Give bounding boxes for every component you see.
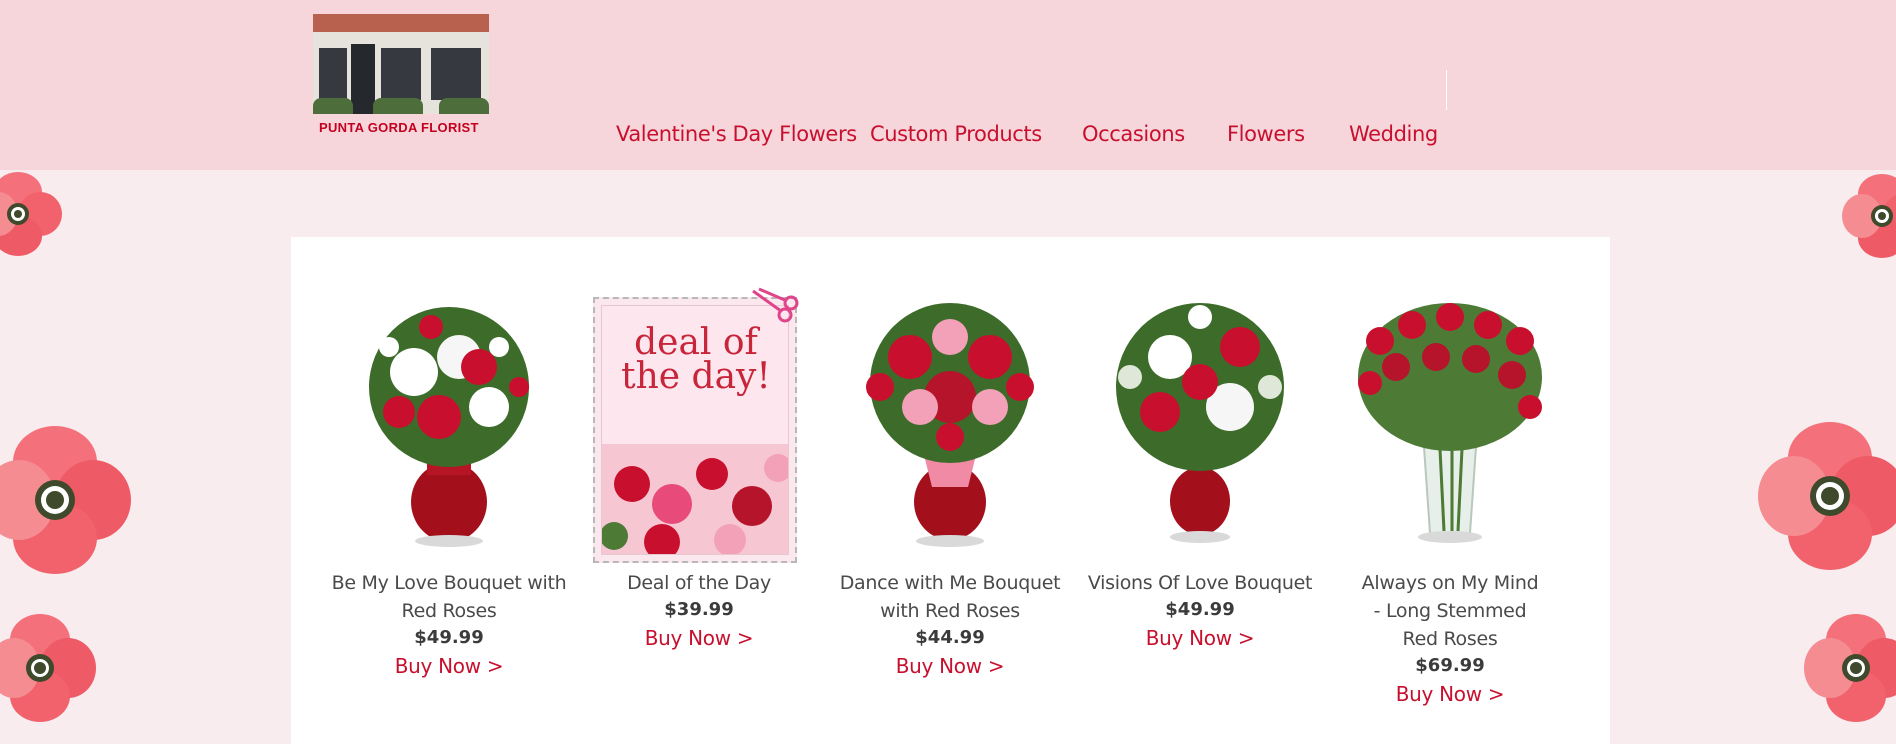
nav-item-valentines-day-flowers[interactable]: Valentine's Day Flowers (616, 122, 857, 146)
product-price: $44.99 (915, 627, 985, 648)
nav-item-wedding[interactable]: Wedding (1349, 122, 1438, 146)
poppy-decoration-right-1 (1842, 174, 1896, 258)
nav-item-flowers[interactable]: Flowers (1227, 122, 1305, 146)
product-name[interactable]: Always on My Mind - Long Stemmed Red Ros… (1330, 569, 1570, 653)
poppy-decoration-left-1 (0, 172, 62, 256)
product-card: Always on My Mind - Long Stemmed Red Ros… (1330, 287, 1570, 709)
product-name[interactable]: Dance with Me Bouquet with Red Roses (830, 569, 1070, 625)
product-card: Dance with Me Bouquet with Red Roses $44… (830, 287, 1070, 681)
storefront-photo (313, 14, 489, 114)
product-image-deal-of-the-day[interactable]: deal of the day! (589, 287, 809, 571)
deal-image-text: deal of the day! (621, 322, 771, 397)
header-divider (1446, 70, 1447, 110)
buy-now-button[interactable]: Buy Now > (579, 623, 819, 653)
site-header: PUNTA GORDA FLORIST Valentine's Day Flow… (0, 0, 1896, 170)
poppy-decoration-left-2 (0, 426, 131, 574)
product-name[interactable]: Be My Love Bouquet with Red Roses (329, 569, 569, 625)
product-price: $39.99 (664, 599, 734, 620)
product-card: Visions Of Love Bouquet $49.99 Buy Now > (1080, 287, 1320, 653)
product-card: deal of the day! Deal of the Day $39.99 … (579, 287, 819, 653)
product-price: $69.99 (1415, 655, 1485, 676)
product-price: $49.99 (1165, 599, 1235, 620)
buy-now-button[interactable]: Buy Now > (1330, 679, 1570, 709)
site-logo[interactable]: PUNTA GORDA FLORIST (313, 14, 489, 138)
product-card: Be My Love Bouquet with Red Roses $49.99… (329, 287, 569, 681)
scissors-icon (752, 287, 799, 323)
poppy-decoration-right-2 (1758, 422, 1896, 570)
main-nav: Valentine's Day Flowers Custom Products … (0, 122, 1896, 152)
product-name[interactable]: Deal of the Day (579, 569, 819, 597)
nav-item-custom-products[interactable]: Custom Products (870, 122, 1042, 146)
product-image-be-my-love[interactable] (339, 287, 559, 555)
product-image-dance-with-me[interactable] (840, 287, 1060, 555)
buy-now-button[interactable]: Buy Now > (1080, 623, 1320, 653)
nav-item-occasions[interactable]: Occasions (1082, 122, 1185, 146)
product-grid: Be My Love Bouquet with Red Roses $49.99… (291, 237, 1610, 744)
poppy-decoration-right-3 (1804, 614, 1896, 722)
product-price: $49.99 (414, 627, 484, 648)
buy-now-button[interactable]: Buy Now > (329, 651, 569, 681)
product-image-visions-of-love[interactable] (1090, 287, 1310, 555)
product-name[interactable]: Visions Of Love Bouquet (1080, 569, 1320, 597)
poppy-decoration-left-3 (0, 614, 96, 722)
buy-now-button[interactable]: Buy Now > (830, 651, 1070, 681)
product-image-always-on-my-mind[interactable] (1340, 287, 1560, 555)
